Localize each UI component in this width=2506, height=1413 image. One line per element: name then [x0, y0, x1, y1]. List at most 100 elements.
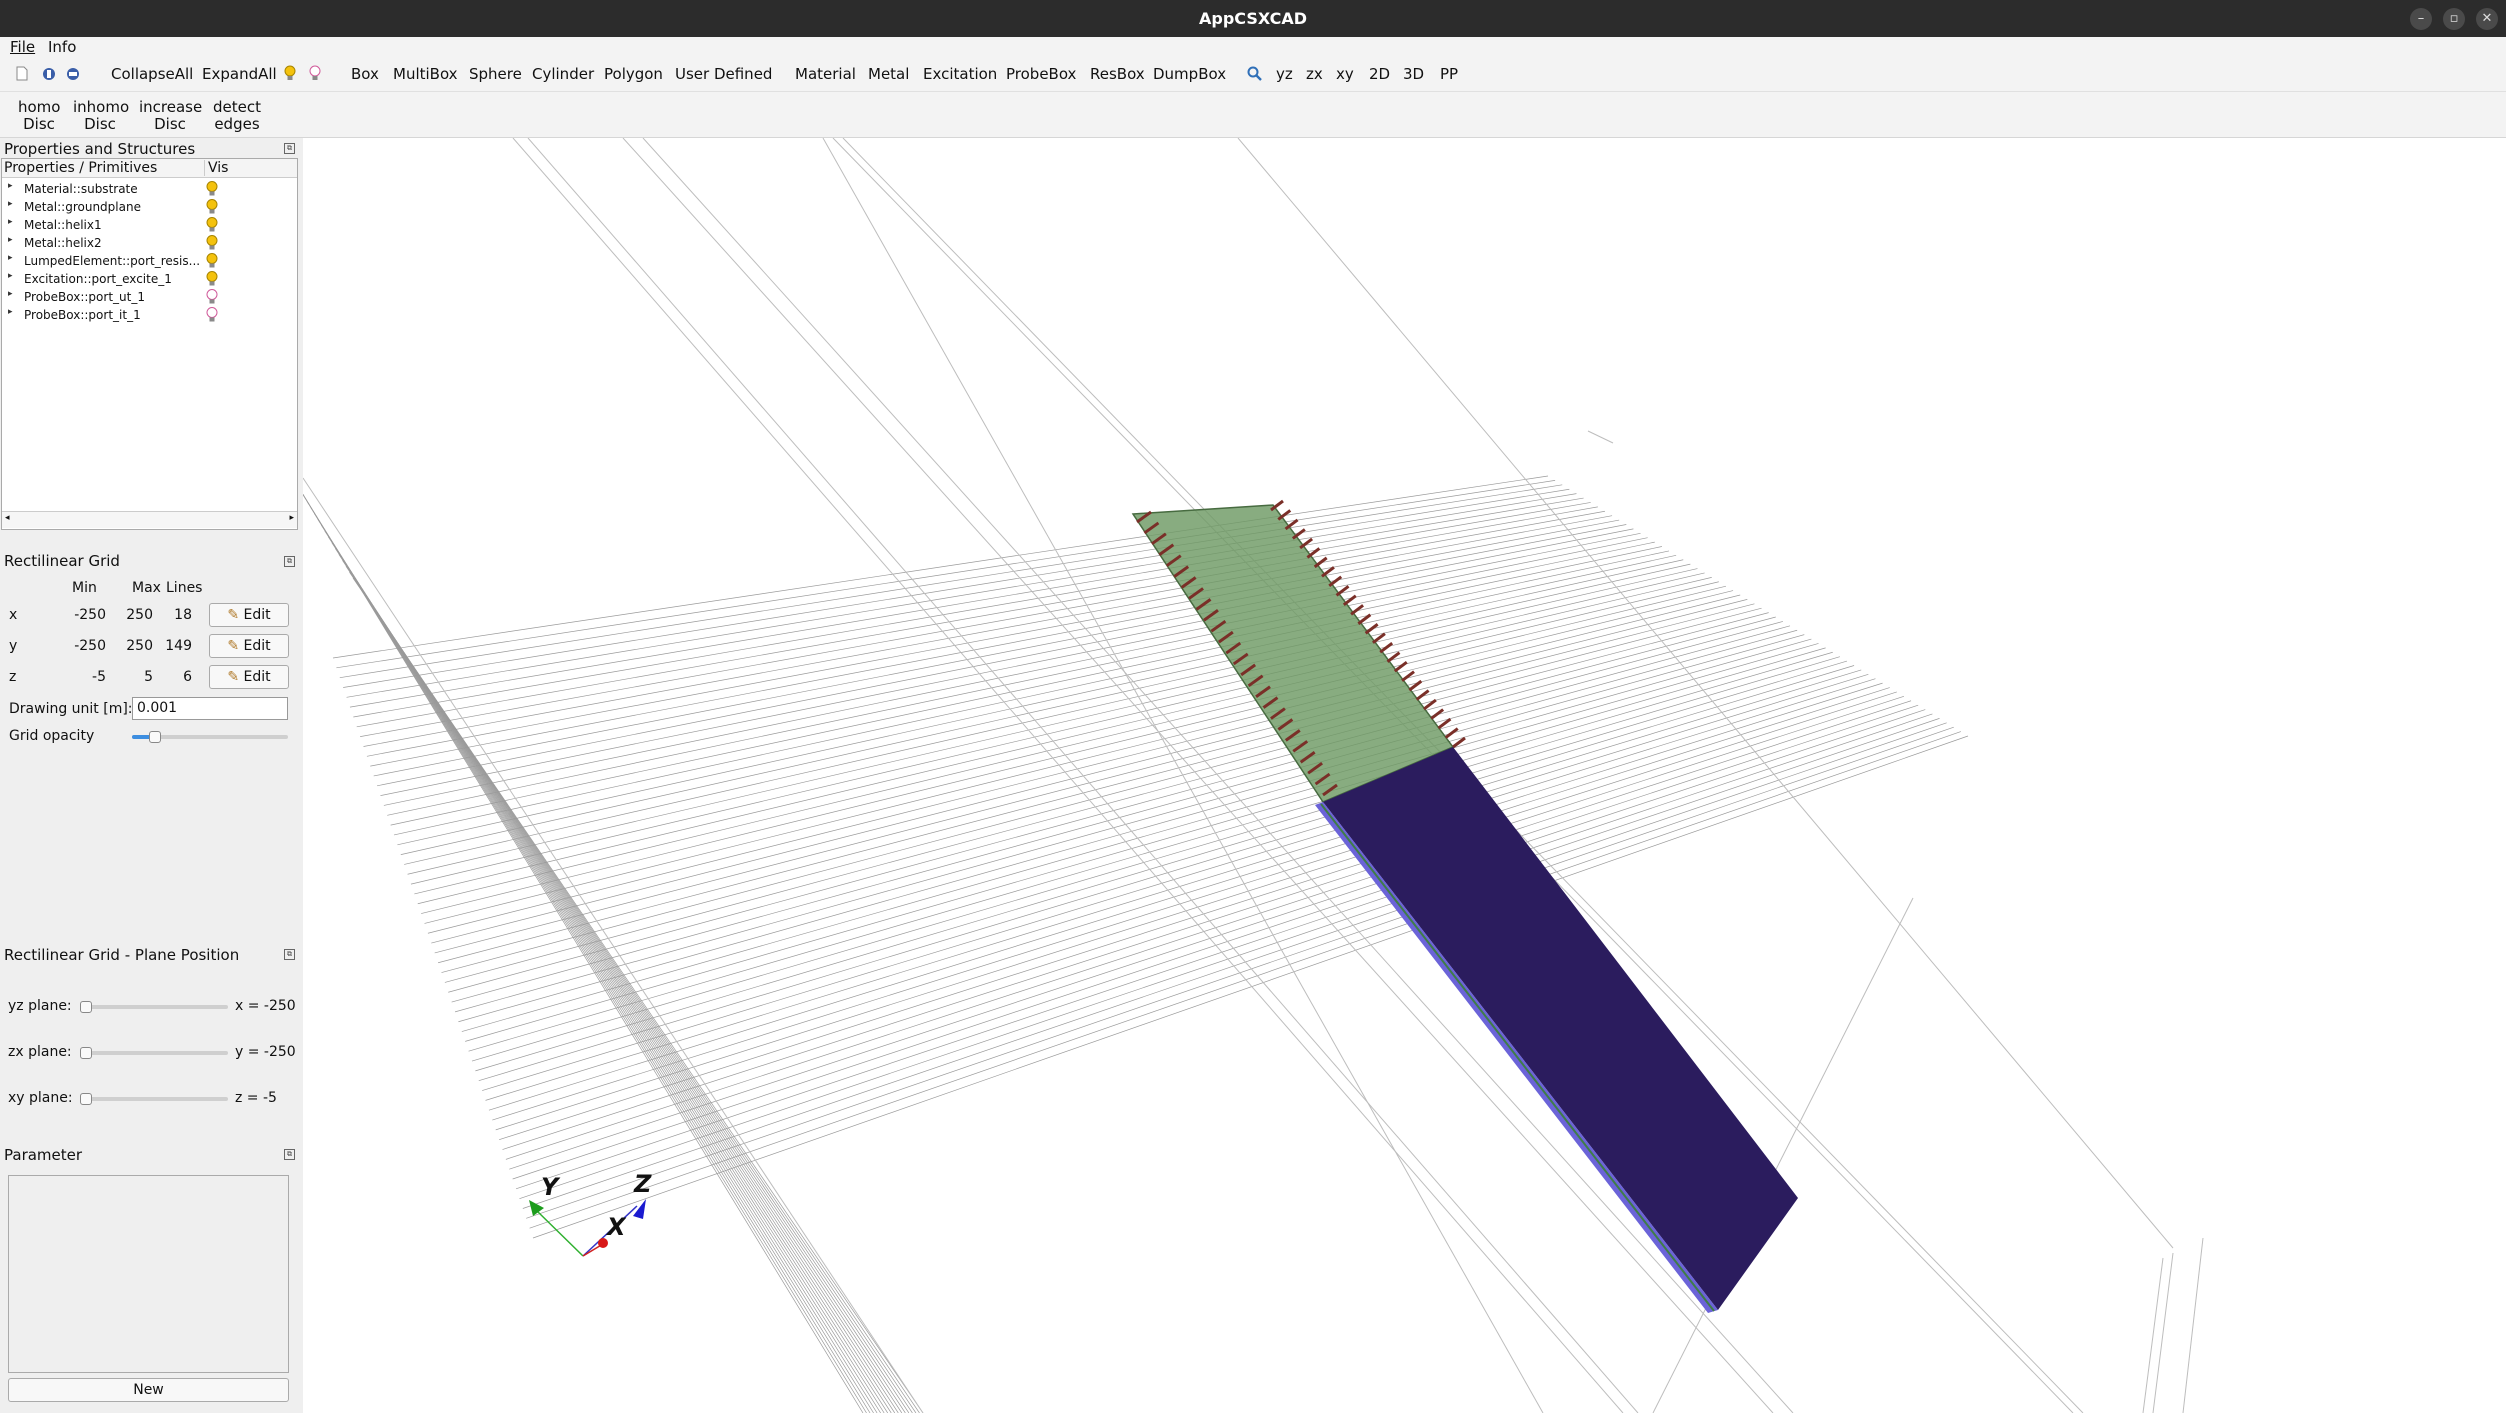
material-button[interactable]: Material: [795, 65, 856, 83]
expand-arrow-icon[interactable]: ▸: [8, 271, 13, 281]
tree-horizontal-scrollbar[interactable]: ◂ ▸: [2, 511, 297, 528]
parameter-list[interactable]: [8, 1175, 289, 1373]
3d-viewport[interactable]: Y Z X: [303, 138, 2506, 1413]
props-dock-title: Properties and Structures: [4, 140, 196, 158]
visibility-bulb-icon[interactable]: [206, 289, 218, 304]
expand-arrow-icon[interactable]: ▸: [8, 181, 13, 191]
save-icon[interactable]: [66, 67, 80, 81]
tree-item[interactable]: ▸ Material::substrate: [2, 180, 297, 198]
visibility-bulb-icon[interactable]: [206, 181, 218, 196]
collapse-all-button[interactable]: CollapseAll: [111, 65, 193, 83]
maximize-button[interactable]: ▫: [2443, 8, 2465, 30]
yz-plane-slider-handle[interactable]: [80, 1001, 92, 1013]
tree-item[interactable]: ▸ Metal::helix1: [2, 216, 297, 234]
menu-bar: File Info: [0, 37, 2506, 58]
minimize-button[interactable]: –: [2410, 8, 2432, 30]
close-button[interactable]: ✕: [2476, 8, 2498, 30]
menu-file[interactable]: File: [10, 38, 35, 56]
xy-plane-track[interactable]: [84, 1097, 228, 1101]
parameter-dock-title: Parameter: [4, 1146, 83, 1164]
scroll-left-icon[interactable]: ◂: [5, 513, 10, 523]
expand-arrow-icon[interactable]: ▸: [8, 289, 13, 299]
view-yz-button[interactable]: yz: [1276, 65, 1293, 83]
view-2d-button[interactable]: 2D: [1369, 65, 1390, 83]
edit-grid-button[interactable]: ✎ Edit: [209, 603, 289, 627]
expand-arrow-icon[interactable]: ▸: [8, 235, 13, 245]
increase-disc-button[interactable]: increase Disc: [139, 98, 203, 133]
zoom-icon[interactable]: [1247, 66, 1263, 82]
drawing-unit-input[interactable]: 0.001: [132, 697, 288, 720]
helix-plane[interactable]: [1131, 504, 1455, 803]
edit-grid-button[interactable]: ✎ Edit: [209, 634, 289, 658]
resbox-button[interactable]: ResBox: [1090, 65, 1145, 83]
visibility-bulb-icon[interactable]: [206, 307, 218, 322]
expand-arrow-icon[interactable]: ▸: [8, 253, 13, 263]
axes-triad: Y Z X: [529, 1170, 652, 1257]
yz-plane-track[interactable]: [84, 1005, 228, 1009]
dumpbox-button[interactable]: DumpBox: [1153, 65, 1226, 83]
expand-arrow-icon[interactable]: ▸: [8, 217, 13, 227]
tree-item[interactable]: ▸ Metal::groundplane: [2, 198, 297, 216]
parameter-float-icon[interactable]: ⧉: [284, 1149, 295, 1160]
substrate-block[interactable]: [1323, 747, 1798, 1310]
yz-plane-label: yz plane:: [8, 998, 72, 1014]
zx-plane-slider-handle[interactable]: [80, 1047, 92, 1059]
excitation-button[interactable]: Excitation: [923, 65, 997, 83]
detect-edges-button[interactable]: detect edges: [211, 99, 263, 133]
metal-button[interactable]: Metal: [868, 65, 909, 83]
visibility-bulb-icon[interactable]: [206, 271, 218, 286]
expand-arrow-icon[interactable]: ▸: [8, 199, 13, 209]
pp-button[interactable]: PP: [1440, 65, 1458, 83]
scene-canvas[interactable]: Y Z X: [303, 138, 2506, 1413]
multibox-button[interactable]: MultiBox: [393, 65, 458, 83]
tree-item[interactable]: ▸ Metal::helix2: [2, 234, 297, 252]
helix-wire-segment: [1393, 660, 1408, 673]
probebox-button[interactable]: ProbeBox: [1006, 65, 1076, 83]
tree-item[interactable]: ▸ LumpedElement::port_resis...: [2, 252, 297, 270]
expand-arrow-icon[interactable]: ▸: [8, 307, 13, 317]
grid-lines-value: 149: [165, 638, 192, 654]
edit-grid-button[interactable]: ✎ Edit: [209, 665, 289, 689]
sphere-button[interactable]: Sphere: [469, 65, 522, 83]
grid-float-icon[interactable]: ⧉: [284, 556, 295, 567]
new-file-icon[interactable]: [16, 66, 28, 81]
props-float-icon[interactable]: ⧉: [284, 143, 295, 154]
increase-disc-line1: increase: [139, 98, 203, 116]
visibility-bulb-icon[interactable]: [206, 253, 218, 268]
hide-all-bulb-icon[interactable]: [309, 65, 321, 82]
plane-float-icon[interactable]: ⧉: [284, 949, 295, 960]
col-properties-header[interactable]: Properties / Primitives: [4, 160, 157, 176]
grid-max-value: 250: [126, 638, 153, 654]
helix-wire-segment: [1364, 623, 1379, 635]
tree-item[interactable]: ▸ Excitation::port_excite_1: [2, 270, 297, 288]
visibility-bulb-icon[interactable]: [206, 217, 218, 232]
new-parameter-button[interactable]: New: [8, 1378, 289, 1402]
homo-disc-button[interactable]: homo Disc: [18, 99, 60, 133]
tree-item[interactable]: ▸ ProbeBox::port_it_1: [2, 306, 297, 324]
view-xy-button[interactable]: xy: [1336, 65, 1354, 83]
expand-all-button[interactable]: ExpandAll: [202, 65, 277, 83]
homo-disc-line2: Disc: [23, 115, 55, 133]
tree-item[interactable]: ▸ ProbeBox::port_ut_1: [2, 288, 297, 306]
view-3d-button[interactable]: 3D: [1403, 65, 1424, 83]
helix-wire-segment: [1342, 594, 1357, 606]
menu-info[interactable]: Info: [48, 38, 76, 56]
xy-plane-slider-handle[interactable]: [80, 1093, 92, 1105]
inhomo-disc-line2: Disc: [84, 115, 116, 133]
grid-opacity-slider-handle[interactable]: [149, 731, 162, 743]
show-all-bulb-icon[interactable]: [284, 65, 296, 82]
visibility-bulb-icon[interactable]: [206, 199, 218, 214]
col-vis-header[interactable]: Vis: [204, 160, 228, 176]
box-button[interactable]: Box: [351, 65, 379, 83]
polygon-button[interactable]: Polygon: [604, 65, 663, 83]
view-zx-button[interactable]: zx: [1306, 65, 1323, 83]
inhomo-disc-button[interactable]: inhomo Disc: [73, 98, 130, 133]
cylinder-button[interactable]: Cylinder: [532, 65, 594, 83]
load-icon[interactable]: [42, 67, 56, 81]
properties-tree[interactable]: Properties / Primitives Vis ▸ Material::s…: [1, 158, 298, 530]
inhomo-disc-line1: inhomo: [73, 98, 130, 116]
zx-plane-track[interactable]: [84, 1051, 228, 1055]
scroll-right-icon[interactable]: ▸: [289, 513, 294, 523]
visibility-bulb-icon[interactable]: [206, 235, 218, 250]
user-defined-button[interactable]: User Defined: [675, 65, 772, 83]
